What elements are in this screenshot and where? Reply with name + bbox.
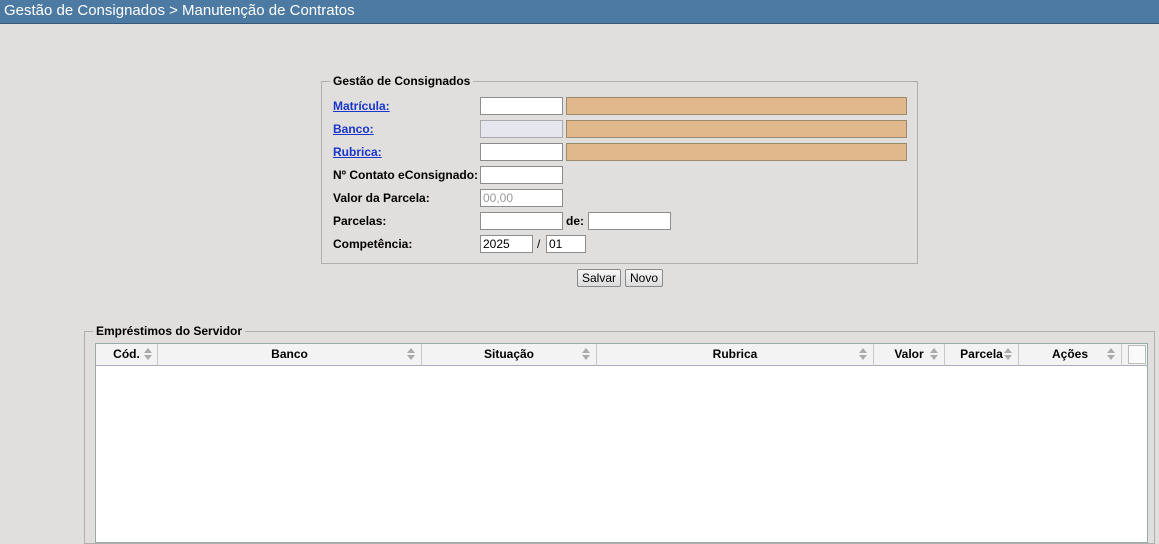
competencia-mes-input[interactable]: 01 [546,235,586,253]
table-header: Cód. Banco Situação Rubrica Valor Parcel… [96,344,1147,366]
column-header-valor[interactable]: Valor [874,344,945,366]
grid-legend: Empréstimos do Servidor [96,324,243,338]
column-label-situacao: Situação [483,347,534,361]
contrato-input[interactable] [480,166,563,184]
competencia-separator: / [537,237,541,251]
rubrica-link[interactable]: Rubrica: [333,143,382,161]
column-label-valor: Valor [894,347,924,361]
column-chooser-button[interactable] [1128,345,1146,364]
banco-input [480,120,563,138]
column-header-rubrica[interactable]: Rubrica [597,344,874,366]
matricula-description [566,97,907,115]
sort-icon[interactable] [143,347,153,362]
emprestimos-table: Cód. Banco Situação Rubrica Valor Parcel… [95,343,1148,543]
matricula-link[interactable]: Matrícula: [333,97,390,115]
column-label-banco: Banco [271,347,308,361]
column-header-acoes[interactable]: Ações [1019,344,1122,366]
parcelas-total-input[interactable] [588,212,671,230]
column-label-cod: Cód. [113,347,140,361]
parcelas-label: Parcelas: [333,214,387,228]
column-label-rubrica: Rubrica [712,347,758,361]
banco-description [566,120,907,138]
banco-label[interactable]: Banco: [333,122,374,136]
contrato-label: Nº Contato eConsignado: [333,168,479,182]
banco-link[interactable]: Banco: [333,120,374,138]
sort-icon[interactable] [929,347,939,362]
sort-icon[interactable] [1003,347,1013,362]
valor-label: Valor da Parcela: [333,191,430,205]
sort-icon[interactable] [1106,347,1116,362]
column-label-parcela: Parcela [960,347,1003,361]
column-header-banco[interactable]: Banco [158,344,422,366]
matricula-input[interactable] [480,97,563,115]
rubrica-label[interactable]: Rubrica: [333,145,382,159]
parcelas-input[interactable] [480,212,563,230]
sort-icon[interactable] [581,347,591,362]
column-header-cod[interactable]: Cód. [96,344,158,366]
matricula-label[interactable]: Matrícula: [333,99,390,113]
save-button[interactable]: Salvar [577,269,621,287]
rubrica-input[interactable] [480,143,563,161]
competencia-ano-input[interactable]: 2025 [480,235,533,253]
column-label-acoes: Ações [1051,347,1089,361]
column-header-parcela[interactable]: Parcela [945,344,1019,366]
sort-icon[interactable] [406,347,416,362]
form-legend: Gestão de Consignados [333,74,471,88]
valor-parcela-input[interactable]: 00,00 [480,189,563,207]
de-label: de: [566,214,584,228]
sort-icon[interactable] [858,347,868,362]
rubrica-description [566,143,907,161]
column-header-situacao[interactable]: Situação [422,344,597,366]
page-title: Gestão de Consignados > Manutenção de Co… [0,0,1159,24]
new-button[interactable]: Novo [625,269,663,287]
competencia-label: Competência: [333,237,413,251]
